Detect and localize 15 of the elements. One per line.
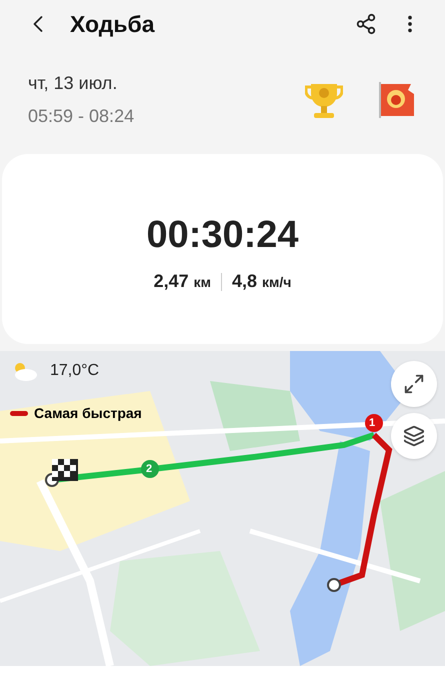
screen-title: Ходьба bbox=[70, 10, 155, 39]
session-time: 05:59 - 08:24 bbox=[28, 105, 134, 128]
route-marker-label: 1 bbox=[369, 416, 376, 431]
duration-value: 00:30:24 bbox=[146, 213, 299, 258]
layers-icon bbox=[403, 425, 425, 447]
route-marker-label: 2 bbox=[146, 462, 152, 477]
finish-flag-icon bbox=[52, 459, 78, 481]
legend-label: Самая быстрая bbox=[34, 404, 142, 423]
share-icon[interactable] bbox=[355, 13, 377, 35]
flag-icon bbox=[377, 80, 417, 120]
expand-icon bbox=[403, 373, 425, 395]
temperature: 17,0°C bbox=[50, 361, 100, 381]
speed-value: 4,8 км/ч bbox=[232, 270, 292, 293]
distance-value: 2,47 км bbox=[154, 270, 211, 293]
session-date: чт, 13 июл. bbox=[28, 72, 118, 95]
